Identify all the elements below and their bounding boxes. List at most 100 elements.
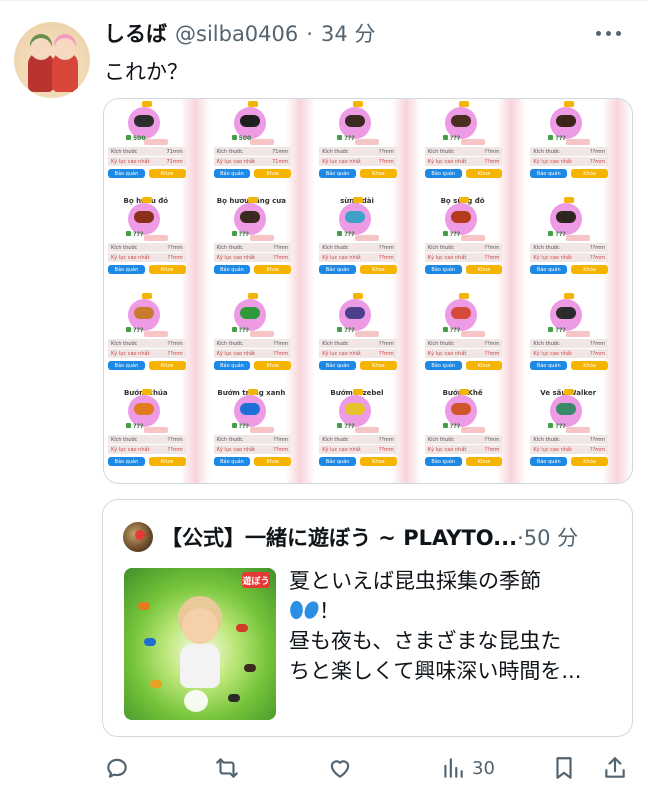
show-button: Khoe <box>360 457 397 466</box>
bug-mark <box>244 664 256 672</box>
size-value: ??mm <box>589 340 605 347</box>
display-name[interactable]: しるば <box>104 18 167 48</box>
quoted-text-line: 夏といえば昆虫採集の季節 <box>289 569 541 593</box>
show-button: Khoe <box>360 169 397 178</box>
quoted-tweet[interactable]: 【公式】一緒に遊ぼう ~ PLAYTO... · 50 分 遊ぼう 夏といえば昆… <box>102 499 633 737</box>
insect-icon <box>556 307 577 319</box>
size-row: Kích thước ??mm <box>108 435 186 444</box>
record-label: Kỷ lục cao nhất <box>322 254 361 261</box>
record-label: Kỷ lục cao nhất <box>111 254 150 261</box>
size-value: ??mm <box>378 148 394 155</box>
record-value: ??mm <box>589 158 605 165</box>
record-row: Kỷ lục cao nhất ??mm <box>530 445 608 454</box>
record-value: ??mm <box>589 350 605 357</box>
size-value: ??mm <box>167 340 183 347</box>
size-value: ??mm <box>167 436 183 443</box>
card-price: ??? <box>548 327 565 334</box>
card-buttons: Bảo quản Khoe <box>108 265 186 274</box>
tweet-media-image[interactable]: 500 Kích thước 71mm Kỷ lục cao nhất 71mm Bảo … <box>103 98 633 484</box>
keep-button: Bảo quản <box>319 265 356 274</box>
quoted-text-line: ！ <box>289 596 619 626</box>
size-row: Kích thước ??mm <box>319 147 397 156</box>
bug-net <box>184 690 208 712</box>
insect-card: ??? Kích thước ??mm Kỷ lục cao nhất ??mm Bảo … <box>315 99 421 195</box>
avatar[interactable] <box>14 22 90 98</box>
tweet-header: しるば @silba0406 · 34 分 <box>104 18 375 52</box>
insect-icon <box>345 307 366 319</box>
size-label: Kích thước <box>216 148 243 155</box>
insect-card: Bọ sừng đỏ???Kích thước??mmKỷ lục cao nh… <box>420 195 527 291</box>
card-price: ??? <box>548 135 565 142</box>
card-buttons: Bảo quản Khoe <box>108 361 186 370</box>
show-button: Khoe <box>465 457 503 466</box>
insect-card: ??? Kích thước ??mm Kỷ lục cao nhất ??mm Bảo … <box>526 291 632 387</box>
more-options-icon[interactable] <box>596 26 632 40</box>
record-value: ??mm <box>484 350 500 357</box>
record-row: Kỷ lục cao nhất ??mm <box>424 157 503 166</box>
quoted-display-name: 【公式】一緒に遊ぼう ~ PLAYTO... <box>161 526 518 550</box>
retweet-icon <box>216 758 238 778</box>
insect-card: ??? Kích thước ??mm Kỷ lục cao nhất ??mm Bảo … <box>209 291 316 387</box>
size-label: Kích thước <box>216 244 243 251</box>
butterfly-icon <box>289 599 319 621</box>
keep-button: Bảo quản <box>530 169 568 178</box>
record-label: Kỷ lục cao nhất <box>111 158 150 165</box>
record-value: ??mm <box>484 254 500 261</box>
record-tag <box>566 331 591 337</box>
views-button[interactable]: 30 <box>440 748 495 788</box>
size-label: Kích thước <box>427 340 455 347</box>
size-value: 71mm <box>166 148 183 155</box>
bookmark-icon <box>556 757 572 779</box>
show-button: Khoe <box>571 457 608 466</box>
insect-card: ??? Kích thước ??mm Kỷ lục cao nhất ??mm Bảo … <box>526 195 632 291</box>
tweet-time[interactable]: 34 分 <box>321 18 375 48</box>
show-button: Khoe <box>254 169 292 178</box>
insect-card: ??? Kích thước ??mm Kỷ lục cao nhất ??mm Bảo … <box>104 291 210 387</box>
quoted-avatar <box>123 522 153 552</box>
like-button[interactable] <box>327 748 353 788</box>
user-handle[interactable]: @silba0406 <box>175 22 298 46</box>
top-divider <box>0 0 648 1</box>
insect-icon <box>134 211 154 223</box>
record-label: Kỷ lục cao nhất <box>533 254 572 261</box>
record-value: ??mm <box>378 446 394 453</box>
keep-button: Bảo quản <box>319 169 356 178</box>
record-tag <box>144 139 168 145</box>
keep-button: Bảo quản <box>319 457 356 466</box>
card-buttons: Bảo quản Khoe <box>213 265 292 274</box>
insect-icon <box>345 403 366 415</box>
record-label: Kỷ lục cao nhất <box>533 158 572 165</box>
bookmark-button[interactable] <box>551 748 577 788</box>
record-value: ??mm <box>378 350 394 357</box>
record-label: Kỷ lục cao nhất <box>216 254 256 261</box>
show-button: Khoe <box>148 169 186 178</box>
show-button: Khoe <box>360 265 397 274</box>
size-label: Kích thước <box>216 436 243 443</box>
record-value: ??mm <box>378 254 394 261</box>
keep-button: Bảo quản <box>108 457 145 466</box>
insect-icon <box>345 115 366 127</box>
insect-card: ??? Kích thước ??mm Kỷ lục cao nhất ??mm Bảo … <box>315 291 421 387</box>
keep-button: Bảo quản <box>213 457 251 466</box>
record-row: Kỷ lục cao nhất ??mm <box>530 349 608 358</box>
insect-card: Bọ hươu răng cưa??? Kích thước ??mm Kỷ lục … <box>209 195 316 291</box>
size-row: Kích thước 71mm <box>213 147 292 156</box>
record-tag <box>355 331 380 337</box>
retweet-button[interactable] <box>214 748 240 788</box>
keep-button: Bảo quản <box>530 457 568 466</box>
card-buttons: Bảo quản Khoe <box>213 169 292 178</box>
insect-card: Bướm chúa??? Kích thước ??mm Kỷ lục cao nhấ… <box>104 387 210 483</box>
share-button[interactable] <box>602 748 628 788</box>
card-buttons: Bảo quản Khoe <box>424 457 503 466</box>
card-buttons: Bảo quản Khoe <box>530 169 608 178</box>
record-value: ??mm <box>273 350 289 357</box>
record-label: Kỷ lục cao nhất <box>216 350 256 357</box>
card-price: ??? <box>443 231 460 238</box>
share-icon <box>605 757 625 778</box>
reply-button[interactable] <box>104 748 130 788</box>
record-row: Kỷ lục cao nhất ??mm <box>424 445 503 454</box>
show-button: Khoe <box>465 265 503 274</box>
record-label: Kỷ lục cao nhất <box>427 350 467 357</box>
size-label: Kích thước <box>427 436 455 443</box>
record-tag <box>249 139 274 145</box>
